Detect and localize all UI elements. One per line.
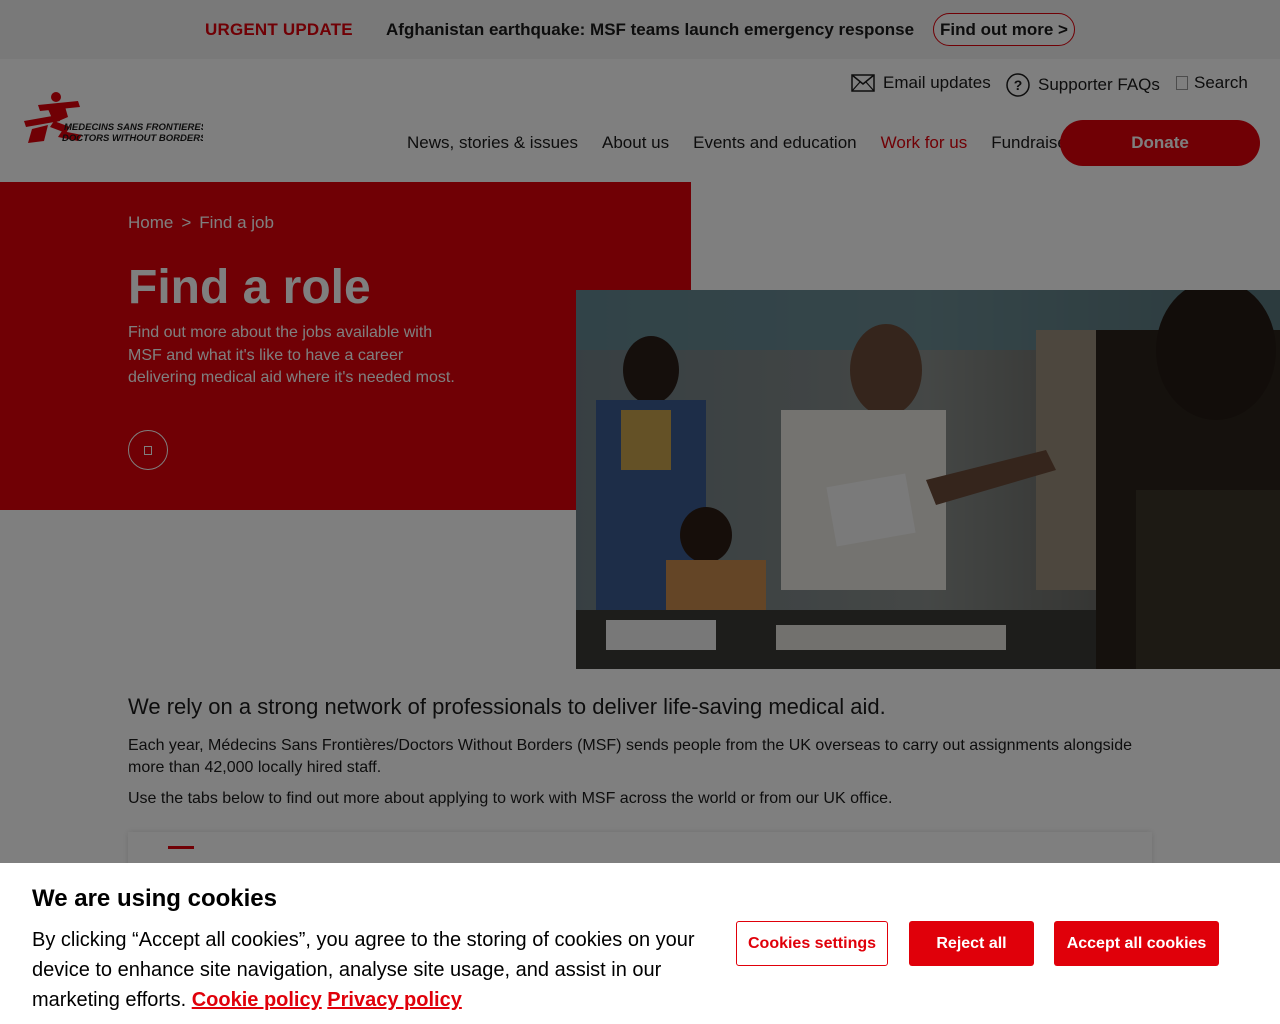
- accept-all-cookies-button[interactable]: Accept all cookies: [1054, 921, 1219, 966]
- cookies-settings-button[interactable]: Cookies settings: [736, 921, 888, 966]
- cookie-text: By clicking “Accept all cookies”, you ag…: [32, 925, 712, 1015]
- cookie-banner: We are using cookies By clicking “Accept…: [0, 863, 1280, 1024]
- privacy-policy-link[interactable]: Privacy policy: [327, 989, 462, 1011]
- cookie-policy-link[interactable]: Cookie policy: [192, 989, 322, 1011]
- cookie-title: We are using cookies: [32, 885, 277, 912]
- reject-all-button[interactable]: Reject all: [909, 921, 1034, 966]
- cookie-overlay: [0, 0, 1280, 863]
